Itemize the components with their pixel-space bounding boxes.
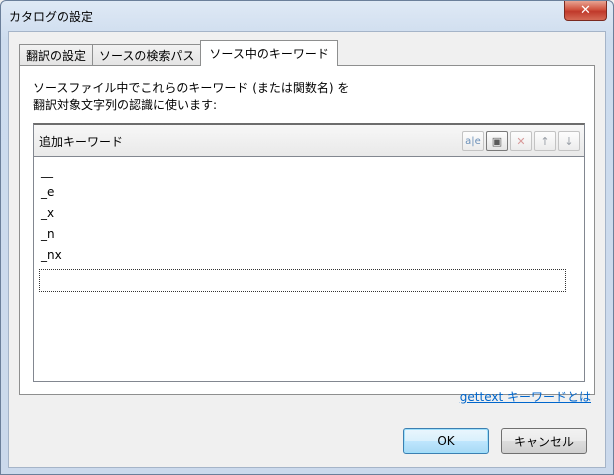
move-up-button[interactable]: ↑ — [534, 131, 556, 151]
list-item[interactable]: _n — [41, 224, 55, 245]
keyword-list-header: 追加キーワード a|e ▣ ✕ ↑ ↓ — [33, 123, 585, 157]
description-line: ソースファイル中でこれらのキーワード (または関数名) を — [33, 81, 350, 95]
arrow-down-icon: ↓ — [564, 134, 574, 148]
description-line: 翻訳対象文字列の認識に使います: — [33, 98, 218, 112]
list-item[interactable]: _e — [41, 182, 54, 203]
tab-strip: 翻訳の設定 ソースの検索パス ソース中のキーワード — [19, 40, 338, 66]
edit-item-button[interactable]: a|e — [462, 131, 484, 151]
cancel-button[interactable]: キャンセル — [501, 428, 587, 454]
description-text: ソースファイル中でこれらのキーワード (または関数名) を 翻訳対象文字列の認識… — [33, 80, 349, 114]
window-title: カタログの設定 — [9, 10, 94, 24]
keyword-list[interactable]: __ _e _x _n _nx — [33, 157, 585, 382]
title-bar[interactable]: カタログの設定 ✕ — [1, 1, 613, 31]
delete-item-button[interactable]: ✕ — [510, 131, 532, 151]
tab-source-keywords[interactable]: ソース中のキーワード — [200, 40, 338, 66]
edit-text-icon: a|e — [465, 135, 481, 147]
ok-button[interactable]: OK — [403, 428, 489, 454]
move-down-button[interactable]: ↓ — [558, 131, 580, 151]
list-toolbar: a|e ▣ ✕ ↑ ↓ — [462, 131, 580, 151]
keyword-list-title: 追加キーワード — [39, 135, 124, 149]
arrow-up-icon: ↑ — [540, 134, 550, 148]
list-item[interactable]: __ — [41, 161, 53, 182]
tab-source-search-paths[interactable]: ソースの検索パス — [92, 44, 202, 66]
close-button[interactable]: ✕ — [564, 1, 607, 21]
add-item-button[interactable]: ▣ — [486, 131, 508, 151]
close-icon: ✕ — [580, 3, 591, 18]
new-item-icon: ▣ — [491, 134, 503, 148]
gettext-keywords-help-link[interactable]: gettext キーワードとは — [460, 388, 591, 405]
list-item[interactable]: _x — [41, 203, 54, 224]
list-item[interactable]: _nx — [41, 245, 62, 266]
tab-panel: ソースファイル中でこれらのキーワード (または関数名) を 翻訳対象文字列の認識… — [19, 65, 595, 395]
delete-icon: ✕ — [516, 134, 526, 148]
new-keyword-input[interactable] — [39, 269, 566, 292]
tab-translation-settings[interactable]: 翻訳の設定 — [19, 44, 94, 66]
dialog-client-area: 翻訳の設定 ソースの検索パス ソース中のキーワード ソースファイル中でこれらのキ… — [8, 31, 606, 468]
dialog-window: カタログの設定 ✕ 翻訳の設定 ソースの検索パス ソース中のキーワード ソースフ… — [0, 0, 614, 475]
